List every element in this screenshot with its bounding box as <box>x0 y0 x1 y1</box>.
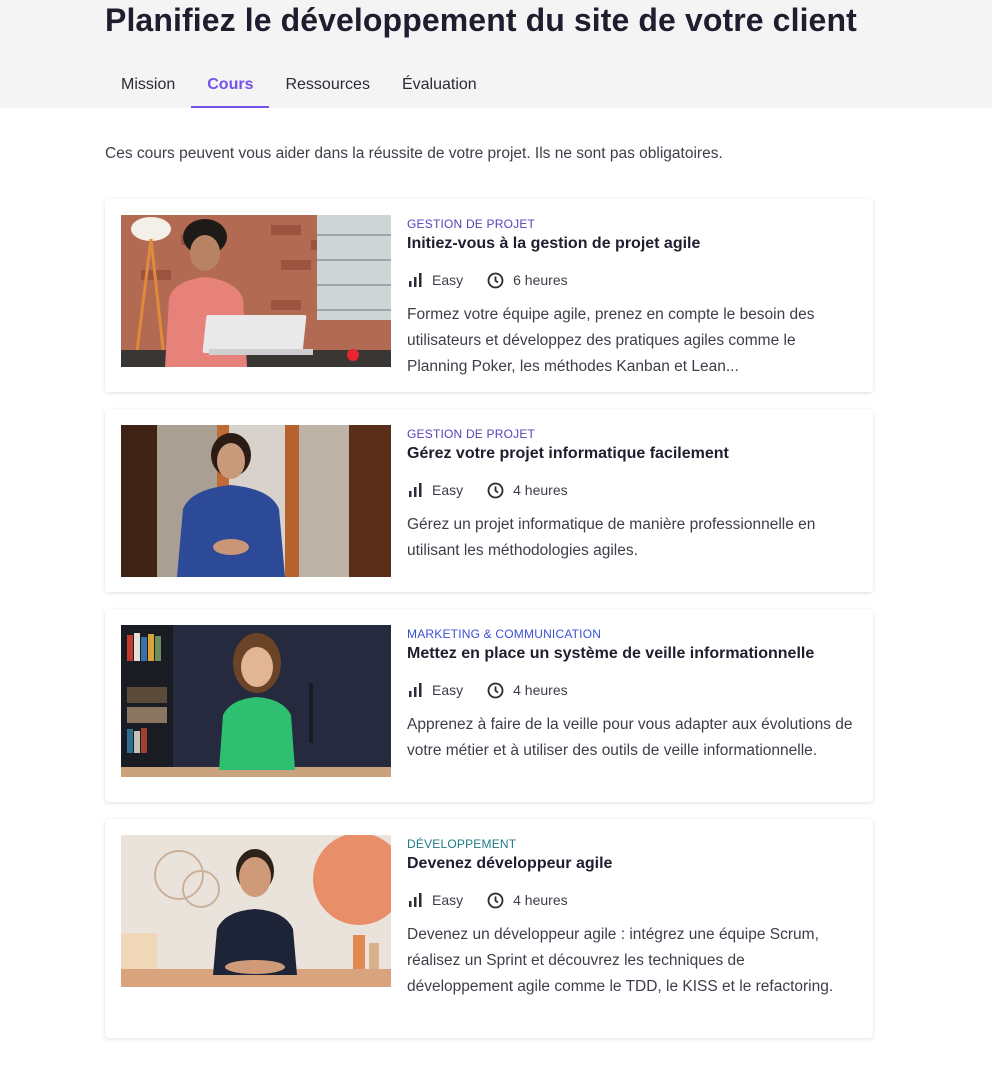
clock-icon <box>487 892 504 908</box>
course-title[interactable]: Mettez en place un système de veille inf… <box>407 645 853 663</box>
course-difficulty: Easy <box>432 682 464 698</box>
course-duration: 6 heures <box>513 272 568 288</box>
tab-bar: Mission Cours Ressources Évaluation <box>105 62 493 108</box>
difficulty-bars-icon <box>409 893 422 907</box>
clock-icon <box>487 482 504 498</box>
difficulty-bars-icon <box>409 483 422 497</box>
course-difficulty: Easy <box>432 482 464 498</box>
course-difficulty: Easy <box>432 272 464 288</box>
page-header: Planifiez le développement du site de vo… <box>0 0 992 108</box>
course-thumbnail <box>121 625 391 777</box>
course-thumbnail <box>121 215 391 367</box>
course-description: Devenez un développeur agile : intégrez … <box>407 926 834 995</box>
course-description: Gérez un projet informatique de manière … <box>407 516 816 559</box>
course-card[interactable]: Gestion de projet Initiez-vous à la gest… <box>105 199 873 392</box>
course-description: Apprenez à faire de la veille pour vous … <box>407 716 853 759</box>
course-category: Gestion de projet <box>407 217 536 231</box>
course-duration: 4 heures <box>513 482 568 498</box>
course-title[interactable]: Initiez-vous à la gestion de projet agil… <box>407 235 853 253</box>
course-category: Marketing & Communication <box>407 627 602 641</box>
clock-icon <box>487 272 504 288</box>
course-duration: 4 heures <box>513 682 568 698</box>
intro-text: Ces cours peuvent vous aider dans la réu… <box>105 145 723 162</box>
course-difficulty: Easy <box>432 892 464 908</box>
difficulty-bars-icon <box>409 683 422 697</box>
tab-evaluation[interactable]: Évaluation <box>386 62 493 108</box>
tab-ressources[interactable]: Ressources <box>269 62 385 108</box>
course-title[interactable]: Devenez développeur agile <box>407 855 853 873</box>
course-card[interactable]: Développement Devenez développeur agile … <box>105 819 873 1038</box>
clock-icon <box>487 682 504 698</box>
tab-cours[interactable]: Cours <box>191 62 270 108</box>
course-card[interactable]: Gestion de projet Gérez votre projet inf… <box>105 409 873 592</box>
page-title: Planifiez le développement du site de vo… <box>105 2 857 38</box>
course-duration: 4 heures <box>513 892 568 908</box>
course-title[interactable]: Gérez votre projet informatique facileme… <box>407 445 853 463</box>
course-category: Développement <box>407 837 517 851</box>
course-description: Formez votre équipe agile, prenez en com… <box>407 306 815 375</box>
course-thumbnail <box>121 425 391 577</box>
course-card[interactable]: Marketing & Communication Mettez en plac… <box>105 609 873 802</box>
course-category: Gestion de projet <box>407 427 536 441</box>
difficulty-bars-icon <box>409 273 422 287</box>
course-thumbnail <box>121 835 391 987</box>
tab-mission[interactable]: Mission <box>105 62 191 108</box>
